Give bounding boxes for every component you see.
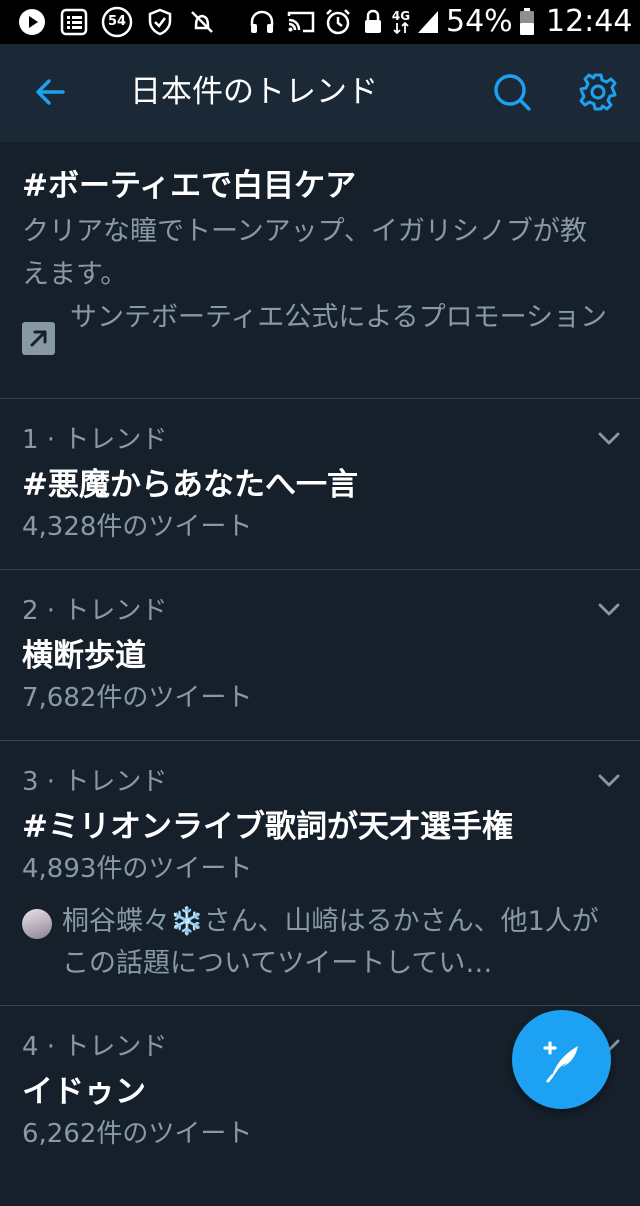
trend-rank: 3 · トレンド bbox=[22, 767, 168, 797]
alarm-icon bbox=[324, 8, 352, 36]
trend-tweet-count: 4,893件のツイート bbox=[22, 854, 253, 884]
headphones-icon bbox=[248, 8, 276, 36]
trend-rank: 4 · トレンド bbox=[22, 1032, 168, 1062]
promoted-trend-description: クリアな瞳でトーンアップ、イガリシノブが教えます。 bbox=[22, 216, 587, 290]
shield-icon bbox=[146, 8, 174, 36]
trend-item[interactable]: 2 · トレンド 横断歩道 7,682件のツイート bbox=[0, 570, 640, 741]
avatar bbox=[22, 909, 52, 939]
status-time: 12:44 bbox=[546, 4, 633, 39]
badge-54-icon: 54 bbox=[101, 6, 133, 38]
chevron-down-icon[interactable] bbox=[596, 767, 622, 793]
trend-name: 横断歩道 bbox=[22, 638, 146, 674]
search-icon bbox=[494, 74, 531, 111]
promoted-trend[interactable]: #ボーティエで白目ケア クリアな瞳でトーンアップ、イガリシノブが教えます。 サン… bbox=[0, 142, 640, 399]
chevron-down-icon[interactable] bbox=[596, 596, 622, 622]
trend-item[interactable]: 1 · トレンド #悪魔からあなたへ一言 4,328件のツイート bbox=[0, 399, 640, 570]
search-button[interactable] bbox=[488, 68, 536, 116]
promoted-trend-title: #ボーティエで白目ケア bbox=[22, 168, 357, 204]
trend-name: #ミリオンライブ歌詞が天才選手権 bbox=[22, 809, 513, 845]
trend-tweet-count: 4,328件のツイート bbox=[22, 512, 253, 542]
lock-icon bbox=[362, 8, 384, 36]
back-button[interactable] bbox=[26, 68, 74, 116]
compose-feather-icon bbox=[542, 1040, 578, 1082]
cast-icon bbox=[286, 8, 316, 36]
chevron-down-icon[interactable] bbox=[596, 425, 622, 451]
signal-icon bbox=[416, 8, 440, 36]
gear-icon bbox=[579, 73, 617, 111]
notification-badge-count: 54 bbox=[107, 14, 127, 29]
network-4g-icon: 4G bbox=[390, 8, 412, 36]
promoted-by-label: サンテボーティエ公式によるプロモーション bbox=[70, 302, 608, 333]
app-bar: 日本件のトレンド bbox=[0, 44, 640, 142]
trend-name: #悪魔からあなたへ一言 bbox=[22, 467, 358, 503]
trend-tweet-count: 6,262件のツイート bbox=[22, 1119, 253, 1149]
back-arrow-icon bbox=[36, 79, 65, 105]
battery-percent: 54% bbox=[446, 4, 513, 39]
network-4g-label: 4G bbox=[391, 9, 411, 23]
trend-tweet-count: 7,682件のツイート bbox=[22, 683, 253, 713]
status-bar: 54 4G 54% 12:44 bbox=[0, 0, 640, 44]
trend-rank: 2 · トレンド bbox=[22, 596, 168, 626]
compose-tweet-button[interactable] bbox=[512, 1010, 611, 1109]
trend-context: 桐谷蝶々❄️さん、山崎はるかさん、他1人がこの話題についてツイートしてい… bbox=[62, 906, 599, 979]
alarm-off-icon bbox=[188, 8, 216, 36]
battery-icon bbox=[519, 8, 535, 36]
page-title: 日本件のトレンド bbox=[130, 74, 378, 110]
trend-rank: 1 · トレンド bbox=[22, 425, 168, 455]
list-icon bbox=[60, 8, 88, 36]
promoted-icon bbox=[22, 322, 55, 355]
trend-name: イドゥン bbox=[22, 1074, 146, 1110]
trend-item[interactable]: 3 · トレンド #ミリオンライブ歌詞が天才選手権 4,893件のツイート 桐谷… bbox=[0, 741, 640, 1006]
play-icon bbox=[18, 8, 46, 36]
settings-button[interactable] bbox=[574, 68, 622, 116]
